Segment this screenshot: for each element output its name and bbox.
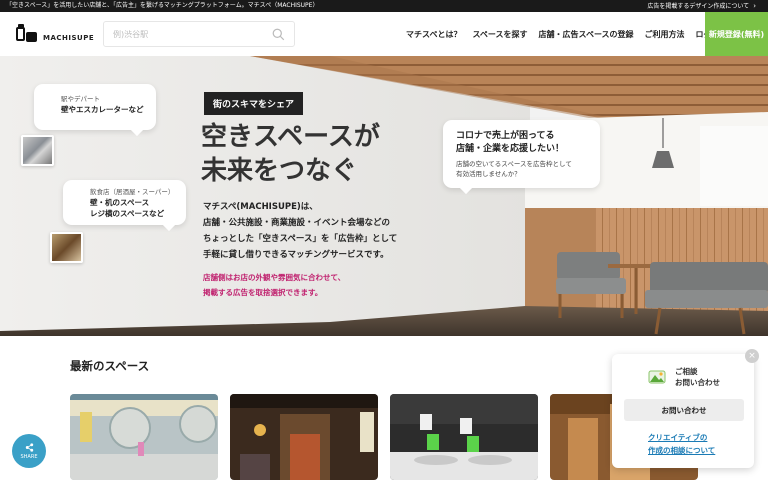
announcement-bar: 「空きスペース」を活用したい店舗と、「広告主」を繋げるマッチングプラットフォーム… xyxy=(0,0,768,12)
desc-line: ちょっとした「空きスペース」を「広告枠」として xyxy=(203,234,398,244)
search-box[interactable] xyxy=(103,21,295,47)
chevron-right-icon: › xyxy=(753,2,756,10)
speech-bubble-corona: コロナで売上が困ってる 店舗・企業を応援したい！ 店舗の空いてるスペースを広告枠… xyxy=(443,120,600,188)
nav-about[interactable]: マチスペとは？ xyxy=(406,29,461,40)
widget-header: ご相談 お問い合わせ xyxy=(648,366,720,388)
search-input[interactable] xyxy=(104,22,264,47)
nav-find-space[interactable]: スペースを探す xyxy=(472,29,527,40)
bubble-restaurant-line1: 壁・机のスペース xyxy=(90,198,150,207)
share-label: SHARE xyxy=(20,453,38,460)
speech-bubble-station: 駅やデパート 壁やエスカレーターなど xyxy=(34,84,156,130)
hero-section: 駅やデパート 壁やエスカレーターなど 飲食店（居酒屋・スーパー） 壁・机のスペー… xyxy=(0,56,768,336)
signup-button[interactable]: 新規登録(無料) xyxy=(705,12,768,56)
space-card[interactable] xyxy=(70,394,218,480)
widget-head-text: ご相談 お問い合わせ xyxy=(675,366,720,388)
search-icon[interactable] xyxy=(272,28,285,41)
speech-bubble-restaurant: 飲食店（居酒屋・スーパー） 壁・机のスペース レジ横のスペースなど xyxy=(63,180,186,225)
accent-line: 掲載する広告を取捨選択できます。 xyxy=(203,288,323,297)
widget-head-line1: ご相談 xyxy=(675,367,698,376)
hero-accent-description: 店舗側はお店の外観や雰囲気に合わせて、 掲載する広告を取捨選択できます。 xyxy=(203,270,345,300)
hero-headline: 空きスペースが 未来をつなぐ xyxy=(201,120,380,188)
space-card-image xyxy=(390,394,538,480)
announcement-text: 「空きスペース」を活用したい店舗と、「広告主」を繋げるマッチングプラットフォーム… xyxy=(6,2,319,9)
space-card-image xyxy=(230,394,378,480)
creative-consult-link-line1: クリエイティブの xyxy=(648,433,708,442)
share-button[interactable]: SHARE xyxy=(12,434,46,468)
bubble-corona-note2: 有効活用しませんか？ xyxy=(456,170,521,178)
latest-spaces-title: 最新のスペース xyxy=(70,359,150,373)
design-creation-link-label: 広告を掲載するデザイン作成について xyxy=(647,3,750,10)
desc-line: 手軽に貸し借りできるマッチングサービスです。 xyxy=(203,250,389,260)
desc-line: マチスペ(MACHISUPE)は、 xyxy=(203,202,318,212)
bubble-corona-note1: 店舗の空いてるスペースを広告枠として xyxy=(456,160,572,168)
site-logo[interactable]: MACHISUPE xyxy=(14,23,94,45)
bubble-corona-line2: 店舗・企業を応援したい！ xyxy=(456,144,565,154)
space-card[interactable] xyxy=(390,394,538,480)
bubble-corona-line1: コロナで売上が困ってる xyxy=(456,131,555,141)
creative-consult-link[interactable]: クリエイティブの 作成の相談について xyxy=(648,431,715,457)
consultation-widget: × ご相談 お問い合わせ お問い合わせ クリエイティブの 作成の相談について xyxy=(612,349,759,468)
nav-how-to-use[interactable]: ご利用方法 xyxy=(645,29,685,40)
site-header: MACHISUPE マチスペとは？ スペースを探す 店舗・広告スペースの登録 ご… xyxy=(0,12,768,56)
hero-tag: 街のスキマをシェア xyxy=(204,92,304,115)
landscape-image-icon xyxy=(648,370,666,384)
close-icon[interactable]: × xyxy=(745,349,759,363)
bubble-restaurant-line2: レジ横のスペースなど xyxy=(90,209,165,218)
share-icon xyxy=(25,442,33,452)
main-nav: マチスペとは？ スペースを探す 店舗・広告スペースの登録 ご利用方法 ログイン xyxy=(406,12,739,56)
logo-text: MACHISUPE xyxy=(43,34,95,42)
bubble-station-strong: 壁やエスカレーターなど xyxy=(61,105,144,114)
space-card-image xyxy=(70,394,218,480)
desc-line: 店舗・公共施設・商業施設・イベント会場などの xyxy=(203,218,391,228)
logo-mark-icon xyxy=(14,23,40,45)
accent-line: 店舗側はお店の外観や雰囲気に合わせて、 xyxy=(203,273,346,282)
contact-button[interactable]: お問い合わせ xyxy=(624,399,744,421)
bubble-restaurant-small: 飲食店（居酒屋・スーパー） xyxy=(90,188,175,196)
space-card[interactable] xyxy=(230,394,378,480)
creative-consult-link-line2: 作成の相談について xyxy=(648,446,716,455)
station-thumbnail xyxy=(21,135,54,166)
nav-register-space[interactable]: 店舗・広告スペースの登録 xyxy=(539,29,634,40)
headline-line2: 未来をつなぐ xyxy=(201,156,358,186)
bubble-station-small: 駅やデパート xyxy=(61,95,100,103)
widget-head-line2: お問い合わせ xyxy=(675,378,720,387)
restaurant-thumbnail xyxy=(50,232,83,263)
hero-description: マチスペ(MACHISUPE)は、 店舗・公共施設・商業施設・イベント会場などの… xyxy=(203,199,397,263)
headline-line1: 空きスペースが xyxy=(201,122,380,152)
